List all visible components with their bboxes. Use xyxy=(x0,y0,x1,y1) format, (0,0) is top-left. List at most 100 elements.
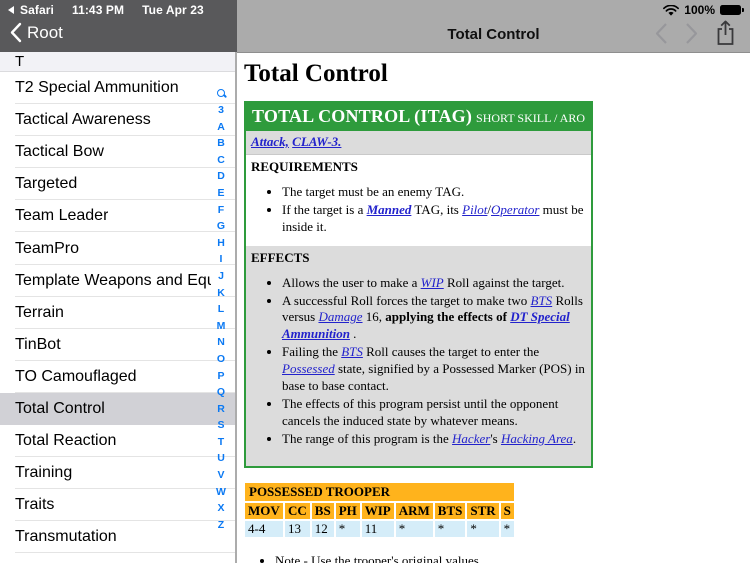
history-forward-button[interactable] xyxy=(685,22,698,45)
index-letter[interactable]: J xyxy=(218,268,224,285)
index-letter[interactable]: C xyxy=(217,152,225,169)
sidebar-item[interactable]: Tactical Bow xyxy=(0,136,235,169)
sidebar-item[interactable]: Tactical Awareness xyxy=(0,104,235,137)
index-letter[interactable]: G xyxy=(217,218,225,235)
text-run: Failing the xyxy=(282,344,342,360)
status-time: 11:43 PM xyxy=(71,3,125,17)
index-letter[interactable]: K xyxy=(217,285,225,302)
inline-link[interactable]: BTS xyxy=(531,293,553,308)
possessed-title: POSSESSED TROOPER xyxy=(245,482,514,501)
text-run: Roll causes the target to enter the xyxy=(362,344,540,360)
skill-table: TOTAL CONTROL (ITAG) SHORT SKILL / ARO A… xyxy=(244,101,593,468)
possessed-title-row: POSSESSED TROOPER xyxy=(245,482,514,501)
stat-header: S xyxy=(500,502,514,519)
index-letter[interactable]: 3 xyxy=(218,102,224,119)
sidebar-item-label: T2 Special Ammunition xyxy=(15,79,179,97)
inline-link[interactable]: Damage xyxy=(318,309,362,324)
sidebar-item-label: Tactical Bow xyxy=(15,143,104,161)
inline-link[interactable]: Hacking Area xyxy=(501,431,573,446)
index-letter[interactable]: I xyxy=(220,251,223,268)
nav-actions xyxy=(655,20,736,46)
status-app-label[interactable]: Safari xyxy=(20,3,54,17)
index-letter[interactable]: H xyxy=(217,235,225,252)
index-letter[interactable]: A xyxy=(217,119,225,136)
bullet-item: Failing the BTS Roll causes the target t… xyxy=(282,344,586,395)
inline-link[interactable]: Operator xyxy=(491,202,539,217)
possessed-header-row: MOV CC BS PH WIP ARM BTS STR S xyxy=(245,502,514,519)
back-to-app-icon xyxy=(8,6,14,14)
index-letter[interactable]: M xyxy=(217,318,226,335)
sidebar-item[interactable]: TinBot xyxy=(0,328,235,361)
stat-value: * xyxy=(467,520,499,537)
text-run: The effects of this program persist unti… xyxy=(282,395,559,428)
effects-label: EFFECTS xyxy=(251,249,310,265)
back-button-label: Root xyxy=(27,22,63,42)
skill-table-header: TOTAL CONTROL (ITAG) SHORT SKILL / ARO xyxy=(246,103,591,131)
status-date: Tue Apr 23 xyxy=(142,3,204,17)
sidebar-item[interactable]: Targeted xyxy=(0,168,235,201)
text-run: TAG, its xyxy=(411,201,463,217)
bullet-item: The target must be an enemy TAG. xyxy=(282,184,586,201)
inline-link[interactable]: BTS xyxy=(341,344,363,359)
index-letter[interactable]: N xyxy=(217,334,225,351)
index-letter[interactable]: U xyxy=(217,450,225,467)
sidebar-item[interactable]: TeamPro xyxy=(0,232,235,265)
search-icon[interactable] xyxy=(217,89,225,97)
status-bar-left: Safari 11:43 PM Tue Apr 23 xyxy=(8,3,204,17)
text-run: applying the effects of xyxy=(385,309,511,325)
inline-link[interactable]: Pilot xyxy=(462,202,487,217)
sidebar-item[interactable]: Total Control xyxy=(0,392,235,426)
stat-header: MOV xyxy=(245,502,283,519)
text-run: Allows the user to make a xyxy=(282,274,421,290)
sidebar-item[interactable]: TO Camouflaged xyxy=(0,360,235,394)
inline-link[interactable]: CLAW-3. xyxy=(292,134,341,149)
index-letter[interactable]: W xyxy=(216,484,226,501)
index-letter[interactable]: F xyxy=(218,202,224,219)
index-letter[interactable]: Q xyxy=(217,384,225,401)
sidebar-item[interactable]: T2 Special Ammunition xyxy=(0,72,235,105)
possessed-value-row: 4-4 13 12 * 11 * * * * xyxy=(245,520,514,537)
status-bar-right: 100% xyxy=(663,3,744,17)
sidebar-item[interactable]: Transmutation xyxy=(0,521,235,554)
stat-header: CC xyxy=(285,502,310,519)
inline-link[interactable]: Attack, xyxy=(251,134,289,149)
inline-link[interactable]: Manned xyxy=(367,202,412,217)
back-button[interactable]: Root xyxy=(10,22,63,43)
index-letter[interactable]: X xyxy=(217,500,224,517)
sidebar-item[interactable]: Training xyxy=(0,457,235,490)
bullet-item: The range of this program is the Hacker'… xyxy=(282,431,586,448)
text-run: If the target is a xyxy=(282,201,367,217)
sidebar-item[interactable]: Team Leader xyxy=(0,200,235,233)
index-letter[interactable]: Z xyxy=(218,517,224,534)
stat-value: 12 xyxy=(311,520,334,537)
page-title: Total Control xyxy=(244,60,388,87)
sidebar-item[interactable]: Terrain xyxy=(0,296,235,329)
history-back-button[interactable] xyxy=(655,22,668,45)
share-button[interactable] xyxy=(715,20,736,46)
index-letter[interactable]: S xyxy=(217,417,224,434)
wifi-icon xyxy=(663,4,680,16)
bullet-item: Allows the user to make a WIP Roll again… xyxy=(282,275,586,292)
index-letter[interactable]: B xyxy=(217,135,225,152)
sidebar-item[interactable]: Traits xyxy=(0,489,235,522)
index-letter[interactable]: L xyxy=(218,301,224,318)
note-list: Note - Use the trooper's original values… xyxy=(244,553,742,563)
index-letter[interactable]: T xyxy=(218,434,224,451)
inline-link[interactable]: WIP xyxy=(421,275,444,290)
index-letter[interactable]: E xyxy=(217,185,224,202)
requirements-list: The target must be an enemy TAG. If the t… xyxy=(251,184,586,236)
sidebar-item-label: Traits xyxy=(15,496,55,514)
index-letter[interactable]: O xyxy=(217,351,225,368)
index-letter[interactable]: D xyxy=(217,168,225,185)
index-letter[interactable]: P xyxy=(217,368,224,385)
sidebar-item[interactable]: Template Weapons and Equipm… xyxy=(0,264,235,297)
bullet-item: A successful Roll forces the target to m… xyxy=(282,293,586,344)
inline-link[interactable]: Possessed xyxy=(282,361,335,376)
stat-value: 11 xyxy=(361,520,394,537)
stat-value: * xyxy=(395,520,433,537)
index-letter[interactable]: V xyxy=(217,467,224,484)
inline-link[interactable]: Hacker xyxy=(452,431,490,446)
sidebar-item[interactable]: Total Reaction xyxy=(0,425,235,458)
effects-list: Allows the user to make a WIP Roll again… xyxy=(251,275,586,448)
index-letter[interactable]: R xyxy=(217,401,225,418)
